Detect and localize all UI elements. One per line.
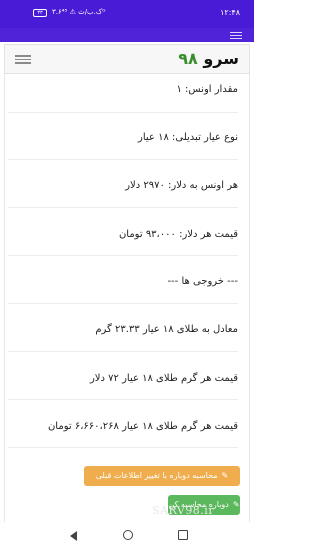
ounce-usd: هر اونس به دلار: ۲۹۷۰ دلار <box>125 180 238 191</box>
usd-price: قیمت هر دلار: ۹۳،۰۰۰ تومان <box>118 229 238 240</box>
menu-icon[interactable] <box>230 30 242 40</box>
android-nav-bar <box>0 522 254 550</box>
brand-text: سرو <box>203 49 239 68</box>
back-icon[interactable] <box>70 531 77 541</box>
network-indicators: ۳.۶ک.ب/ث ⚠ ⁴⁵ᴳ <box>52 8 106 16</box>
equivalent-grams: معادل به طلای ۱۸ عیار ۲۳.۳۳ گرم <box>95 324 238 335</box>
divider <box>8 399 238 400</box>
status-bar: ۳۳ ۳.۶ک.ب/ث ⚠ ⁴⁵ᴳ ۱۲:۴۸ <box>0 0 254 28</box>
status-time: ۱۲:۴۸ <box>220 8 240 17</box>
divider <box>8 447 238 448</box>
pencil-icon: ✎ <box>232 500 240 509</box>
divider <box>8 207 238 208</box>
divider <box>8 159 238 160</box>
site-navbar: سرو ۹۸ <box>4 44 250 74</box>
watermark: SARV98.ir <box>152 504 215 517</box>
recent-apps-icon[interactable] <box>178 530 188 540</box>
gram-price-toman: قیمت هر گرم طلای ۱۸ عیار ۶،۶۶۰،۲۶۸ تومان <box>47 421 238 432</box>
site-logo[interactable]: سرو ۹۸ <box>178 49 239 68</box>
hamburger-icon[interactable] <box>15 53 31 65</box>
ounce-amount: مقدار اونس: ۱ <box>176 84 238 95</box>
app-toolbar <box>0 28 254 42</box>
home-icon[interactable] <box>123 530 133 540</box>
pencil-icon: ✎ <box>221 471 229 480</box>
outputs-header: --- خروجی ها --- <box>167 276 238 287</box>
divider <box>8 303 238 304</box>
battery-icon: ۳۳ <box>33 9 47 17</box>
recalc-with-edit-label: محاسبه دوباره با تغییر اطلاعات قبلی <box>95 471 218 480</box>
recalc-with-edit-button[interactable]: ✎محاسبه دوباره با تغییر اطلاعات قبلی <box>84 466 240 486</box>
brand-number: ۹۸ <box>178 49 198 68</box>
divider <box>8 255 238 256</box>
divider <box>8 351 238 352</box>
gram-price-usd: قیمت هر گرم طلای ۱۸ عیار ۷۲ دلار <box>89 373 238 384</box>
karat-type: نوع عیار تبدیلی: ۱۸ عیار <box>138 132 238 143</box>
divider <box>8 112 238 113</box>
